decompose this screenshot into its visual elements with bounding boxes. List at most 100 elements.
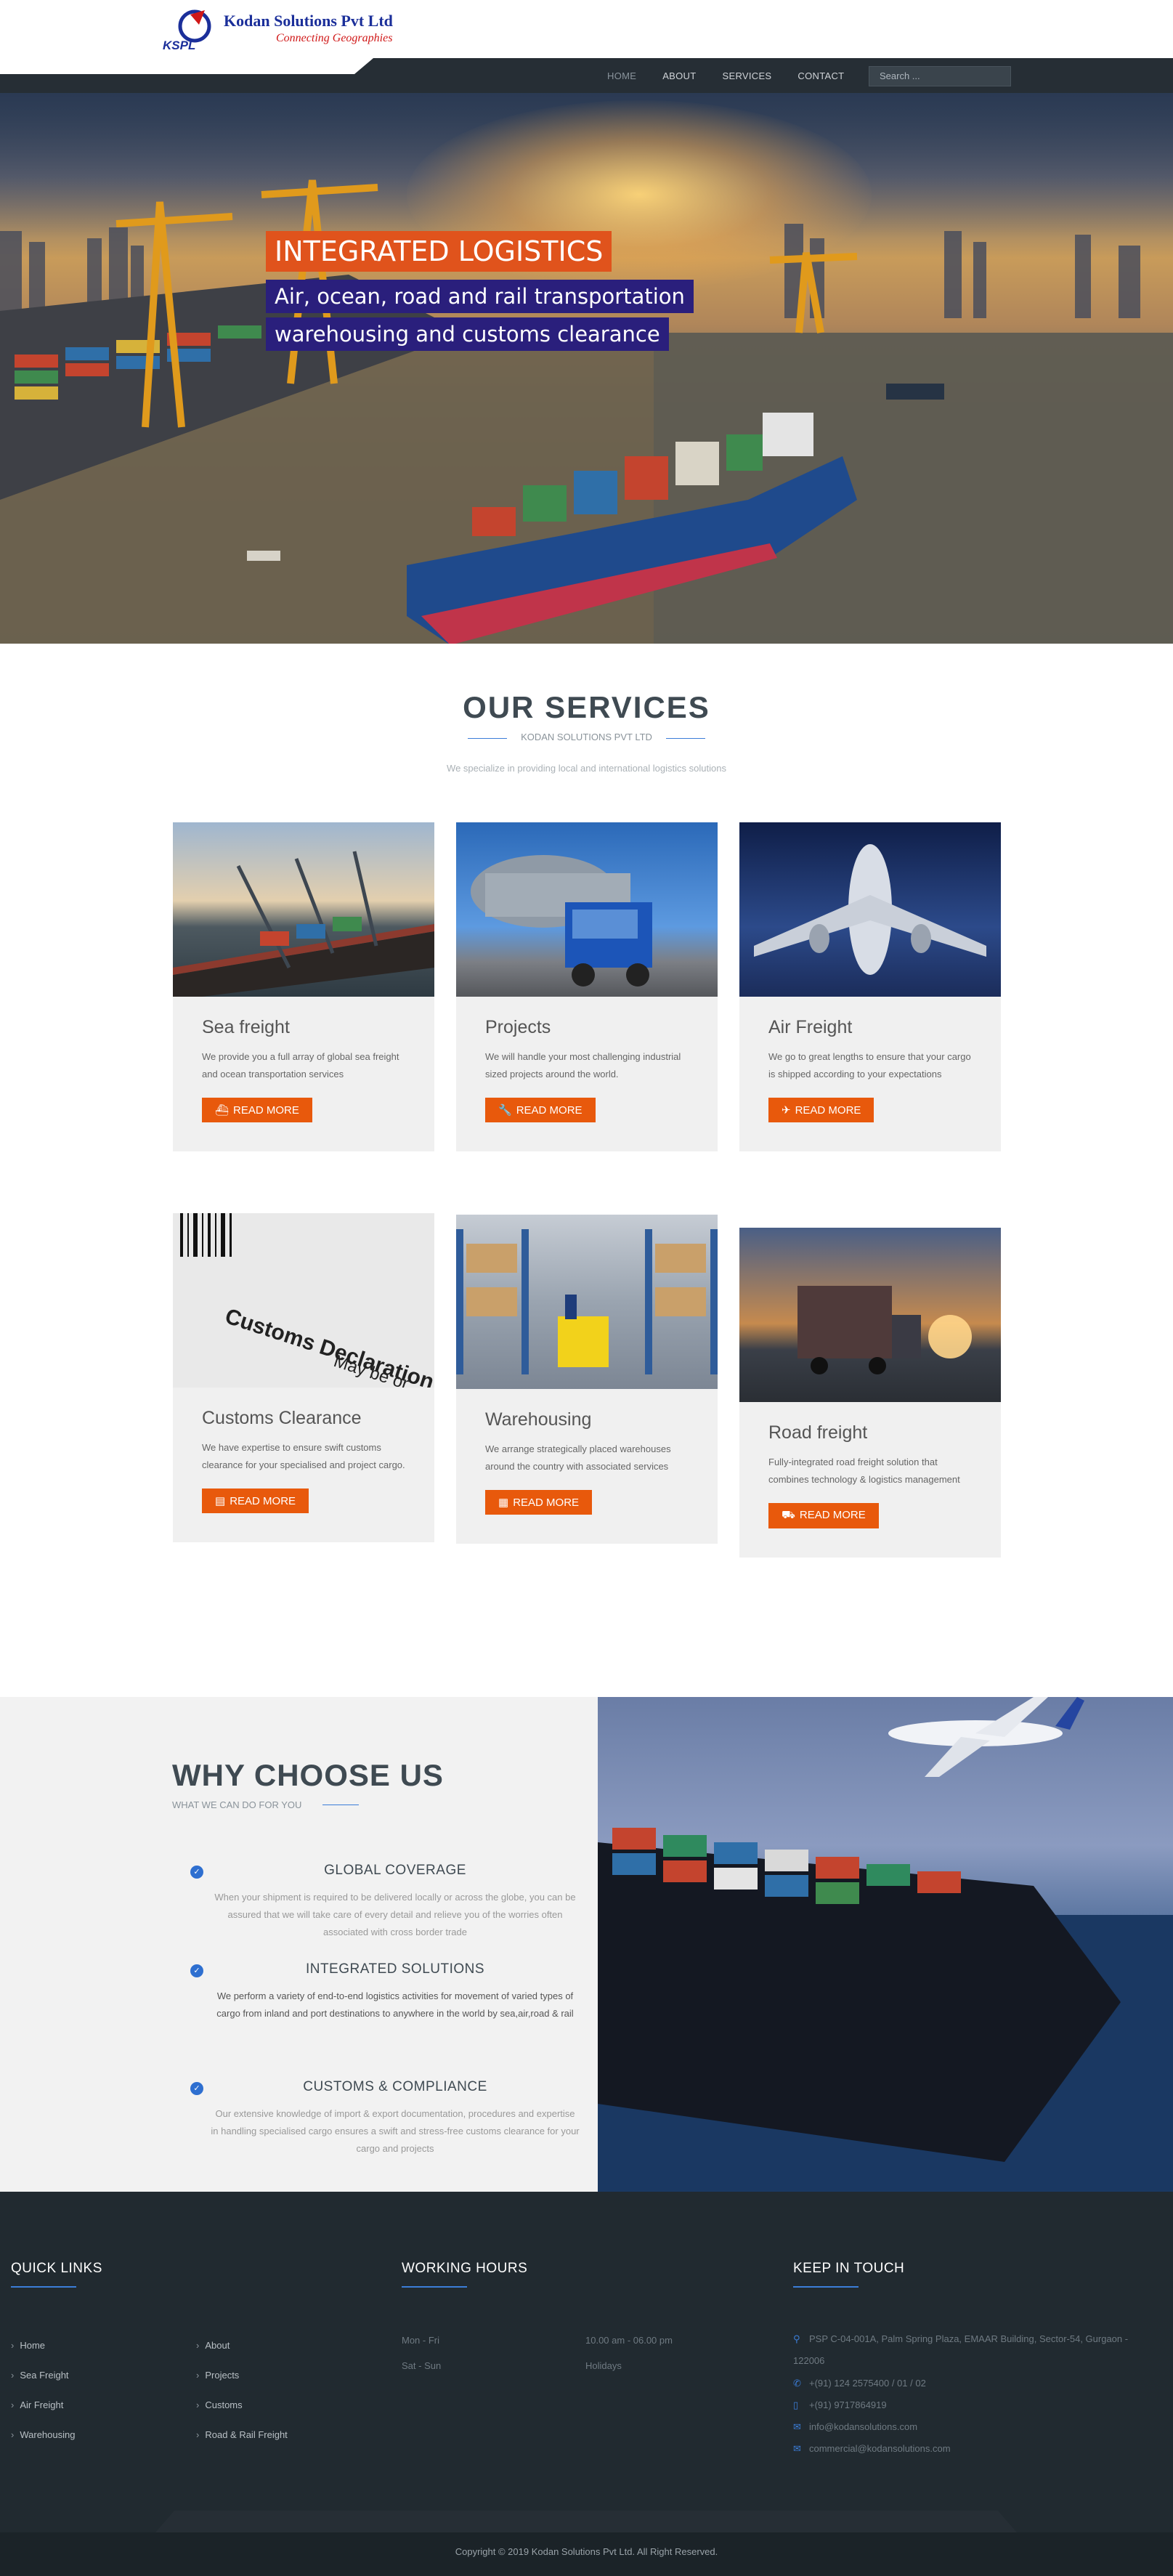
road-freight-image xyxy=(739,1228,1001,1402)
contact-address: ⚲ PSP C-04-001A, Palm Spring Plaza, EMAAR… xyxy=(793,2328,1162,2372)
road-freight-illustration xyxy=(797,1286,972,1374)
button-label: READ MORE xyxy=(795,1104,861,1117)
sea-freight-read-more-button[interactable]: ⛴ READ MORE xyxy=(202,1098,312,1122)
warehousing-image xyxy=(456,1215,718,1389)
footer-link-projects[interactable]: › Projects xyxy=(196,2370,239,2381)
working-hours-heading: WORKING HOURS xyxy=(402,2261,528,2276)
why-item-text: Our extensive knowledge of import & expo… xyxy=(211,2108,580,2154)
nav-home[interactable]: HOME xyxy=(594,70,649,81)
check-icon: ✓ xyxy=(190,1964,203,1977)
why-heading: WHY CHOOSE US xyxy=(172,1758,444,1792)
keep-in-touch-heading: KEEP IN TOUCH xyxy=(793,2261,905,2276)
footer-link-sea-freight[interactable]: › Sea Freight xyxy=(11,2370,69,2381)
footer-bottom-notch xyxy=(155,2511,1017,2532)
nav-contact[interactable]: CONTACT xyxy=(784,70,857,81)
projects-illustration xyxy=(471,855,652,987)
check-icon: ✓ xyxy=(190,1866,203,1879)
contact-phone-2[interactable]: ▯ +(91) 9717864919 xyxy=(793,2394,887,2416)
phone-icon: ✆ xyxy=(793,2378,801,2389)
air-freight-read-more-button[interactable]: ✈ READ MORE xyxy=(768,1098,874,1122)
nav-menu: HOME ABOUT SERVICES CONTACT xyxy=(594,58,857,93)
button-label: READ MORE xyxy=(230,1495,296,1507)
card-title: Projects xyxy=(485,1017,551,1037)
footer-link-air-freight[interactable]: › Air Freight xyxy=(11,2399,63,2410)
air-freight-illustration xyxy=(754,844,986,975)
chevron-right-icon: › xyxy=(196,2399,200,2410)
hero-line-transport: Air, ocean, road and rail transportation xyxy=(266,280,694,313)
working-hours-rule xyxy=(402,2286,467,2288)
nav-services[interactable]: SERVICES xyxy=(710,70,785,81)
phone-text: +(91) 9717864919 xyxy=(809,2399,887,2410)
air-freight-image xyxy=(739,822,1001,997)
quick-links-heading: QUICK LINKS xyxy=(11,2261,102,2276)
footer-link-about[interactable]: › About xyxy=(196,2340,230,2351)
warehousing-read-more-button[interactable]: ▦ READ MORE xyxy=(485,1490,593,1515)
search-input[interactable]: Search ... xyxy=(869,66,1011,86)
button-label: READ MORE xyxy=(799,1509,866,1521)
service-card-air-freight: Air Freight We go to great lengths to en… xyxy=(739,822,1001,1151)
button-label: READ MORE xyxy=(233,1104,299,1117)
hero-banner: INTEGRATED LOGISTICS Air, ocean, road an… xyxy=(0,93,1173,644)
company-logo[interactable]: KSPL Kodan Solutions Pvt Ltd Connecting … xyxy=(161,6,394,52)
footer-link-home[interactable]: › Home xyxy=(11,2340,45,2351)
warehousing-illustration xyxy=(456,1229,718,1374)
footer-link-label: About xyxy=(205,2340,230,2351)
hours-time: Holidays xyxy=(585,2360,622,2371)
check-icon: ✓ xyxy=(190,2082,203,2095)
boxes-icon: ▦ xyxy=(498,1496,509,1509)
top-header: KSPL Kodan Solutions Pvt Ltd Connecting … xyxy=(0,0,1173,58)
card-title: Sea freight xyxy=(202,1017,290,1037)
customs-document-illustration: Customs Declaration May be or xyxy=(180,1213,434,1388)
map-marker-icon: ⚲ xyxy=(793,2333,800,2344)
services-subheading: KODAN SOLUTIONS PVT LTD xyxy=(521,732,652,742)
document-icon: ▤ xyxy=(215,1495,226,1507)
why-subheading: WHAT WE CAN DO FOR YOU xyxy=(172,1799,302,1810)
chevron-right-icon: › xyxy=(196,2340,200,2351)
mobile-icon: ▯ xyxy=(793,2399,799,2410)
nav-about[interactable]: ABOUT xyxy=(649,70,709,81)
road-freight-read-more-button[interactable]: ⛟ READ MORE xyxy=(768,1503,879,1528)
footer-link-label: Warehousing xyxy=(20,2429,76,2440)
why-item-title: CUSTOMS & COMPLIANCE xyxy=(303,2079,487,2094)
card-title: Air Freight xyxy=(768,1017,853,1037)
keep-in-touch-rule xyxy=(793,2286,859,2288)
footer-link-label: Road & Rail Freight xyxy=(205,2429,288,2440)
footer-link-label: Projects xyxy=(205,2370,240,2381)
card-text: We provide you a full array of global se… xyxy=(202,1051,399,1080)
card-title: Customs Clearance xyxy=(202,1408,362,1428)
footer-link-customs[interactable]: › Customs xyxy=(196,2399,243,2410)
company-tagline: Connecting Geographies xyxy=(276,32,393,44)
footer-link-label: Customs xyxy=(205,2399,243,2410)
truck-icon: ⛟ xyxy=(782,1509,795,1521)
footer-link-road-rail-freight[interactable]: › Road & Rail Freight xyxy=(196,2429,288,2440)
contact-email-1[interactable]: ✉ info@kodansolutions.com xyxy=(793,2416,917,2438)
why-item-title: INTEGRATED SOLUTIONS xyxy=(305,1961,485,1977)
footer-link-label: Home xyxy=(20,2340,46,2351)
service-card-projects: Projects We will handle your most challe… xyxy=(456,822,718,1151)
service-card-warehousing: Warehousing We arrange strategically pla… xyxy=(456,1215,718,1544)
button-label: READ MORE xyxy=(513,1496,580,1509)
hero-line-warehousing: warehousing and customs clearance xyxy=(266,317,669,351)
card-text: We will handle your most challenging ind… xyxy=(485,1051,681,1080)
plane-icon: ✈ xyxy=(782,1104,791,1117)
button-label: READ MORE xyxy=(516,1104,583,1117)
chevron-right-icon: › xyxy=(196,2370,200,2381)
services-sub-rule-right xyxy=(666,738,705,739)
hours-time: 10.00 am - 06.00 pm xyxy=(585,2335,673,2346)
footer-link-warehousing[interactable]: › Warehousing xyxy=(11,2429,75,2440)
contact-phone-1[interactable]: ✆ +(91) 124 2575400 / 01 / 02 xyxy=(793,2373,926,2394)
footer-link-label: Sea Freight xyxy=(20,2370,69,2381)
service-card-customs-clearance: Customs Declaration May be or Customs Cl… xyxy=(173,1213,434,1542)
customs-clearance-image: Customs Declaration May be or xyxy=(173,1213,434,1388)
customs-read-more-button[interactable]: ▤ READ MORE xyxy=(202,1489,309,1513)
card-text: Fully-integrated road freight solution t… xyxy=(768,1457,960,1485)
why-item-text: We perform a variety of end-to-end logis… xyxy=(216,1990,574,2019)
ship-icon: ⛴ xyxy=(215,1104,230,1117)
wrench-icon: 🔧 xyxy=(498,1104,512,1117)
hero-port-illustration xyxy=(0,179,1173,644)
sea-freight-illustration xyxy=(173,851,434,997)
projects-read-more-button[interactable]: 🔧 READ MORE xyxy=(485,1098,596,1122)
contact-email-2[interactable]: ✉ commercial@kodansolutions.com xyxy=(793,2438,951,2460)
hours-days: Sat - Sun xyxy=(402,2360,442,2371)
chevron-right-icon: › xyxy=(11,2370,15,2381)
